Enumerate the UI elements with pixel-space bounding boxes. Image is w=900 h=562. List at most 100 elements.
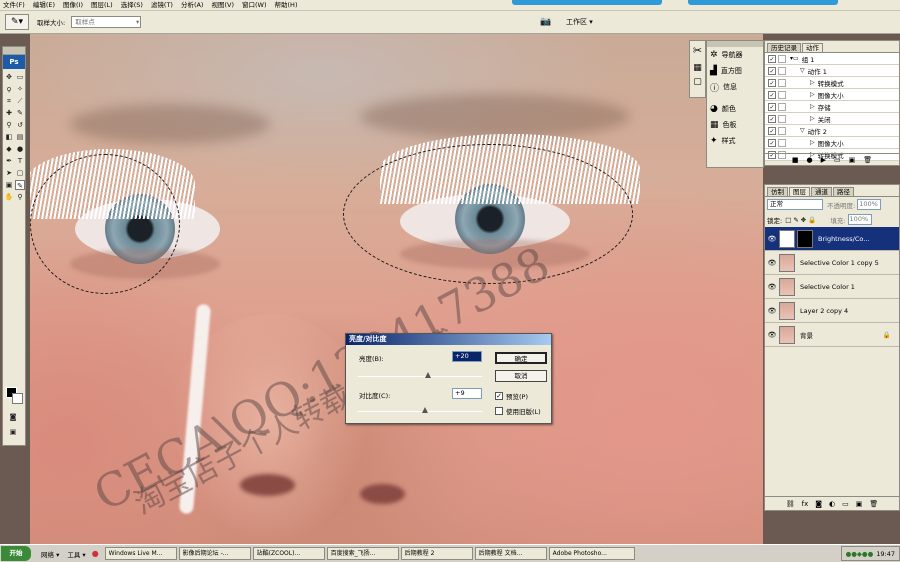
contrast-slider-knob[interactable] <box>422 407 428 413</box>
type-tool-icon[interactable]: T <box>15 156 25 166</box>
quick-tools[interactable]: 工具 ▾ <box>67 549 85 559</box>
fx-icon[interactable]: fx <box>802 500 809 508</box>
taskbar-button[interactable]: 百度搜索_飞扬... <box>326 547 399 560</box>
cancel-button[interactable]: 取消 <box>495 370 547 382</box>
menu-view[interactable]: 视图(V) <box>211 0 234 11</box>
action-row[interactable]: ✓ ▷ 转换模式 <box>765 77 899 89</box>
menu-select[interactable]: 选择(S) <box>121 0 143 11</box>
bridge-button-right[interactable] <box>688 0 838 5</box>
step-triangle-icon[interactable]: ▷ <box>810 91 815 98</box>
hand-tool-icon[interactable]: ✋ <box>4 192 14 202</box>
menu-analysis[interactable]: 分析(A) <box>181 0 204 11</box>
toggle-check[interactable]: ✓ <box>768 54 776 63</box>
crop-tool-icon[interactable]: ⌗ <box>4 96 14 106</box>
play-icon[interactable]: ▶ <box>821 156 826 164</box>
new-set-icon[interactable]: ▭ <box>834 156 841 164</box>
fill-field[interactable]: 100% <box>847 214 872 225</box>
healing-brush-icon[interactable]: ✚ <box>4 108 14 118</box>
tools-icon[interactable]: ✂ <box>690 41 705 61</box>
dock-item-info[interactable]: ⓘ 信息 <box>707 79 763 95</box>
taskbar-button[interactable]: 后期教程 2 <box>400 547 473 560</box>
action-row[interactable]: ✓ ▾▭ 组 1 <box>765 53 899 65</box>
blur-tool-icon[interactable]: ◆ <box>4 144 14 154</box>
expand-triangle-icon[interactable]: ▽ <box>800 67 805 74</box>
marquee-tool-icon[interactable]: ▭ <box>15 72 25 82</box>
dock-item-histogram[interactable]: ▟ 直方图 <box>707 63 763 79</box>
layer-thumbnail[interactable] <box>779 229 795 248</box>
taskbar-button[interactable]: 影像后期论坛 -... <box>178 547 251 560</box>
link-icon[interactable]: ⛓ <box>786 500 795 508</box>
background-color-swatch[interactable] <box>12 393 23 404</box>
clone-stamp-icon[interactable]: ⚲ <box>4 120 14 130</box>
legacy-checkbox-row[interactable]: 使用旧版(L) <box>495 406 541 416</box>
opacity-field[interactable]: 100% <box>857 199 882 210</box>
slice-tool-icon[interactable]: ⟋ <box>15 96 25 106</box>
expand-triangle-icon[interactable]: ▽ <box>800 127 805 134</box>
image-canvas[interactable]: CECA\QQ:123417388 淘宝店子个人转载请联系我 <box>30 34 763 544</box>
action-row[interactable]: ✓ ▷ 图像大小 <box>765 137 899 149</box>
tab-layers[interactable]: 图层 <box>789 187 810 196</box>
tab-paths[interactable]: 路径 <box>833 187 854 196</box>
brightness-slider-knob[interactable] <box>425 372 431 378</box>
sample-size-select[interactable]: 取样点 ▾ <box>71 16 142 28</box>
browser-icon[interactable]: ● <box>92 549 99 558</box>
step-triangle-icon[interactable]: ▷ <box>810 115 815 122</box>
dialog-toggle[interactable] <box>778 102 786 111</box>
dialog-toggle[interactable] <box>778 66 786 75</box>
taskbar-button[interactable]: Windows Live M... <box>104 547 177 560</box>
eye-icon[interactable]: 👁 <box>765 283 779 291</box>
brightness-slider-track[interactable] <box>358 376 482 377</box>
menu-edit[interactable]: 编辑(E) <box>33 0 55 11</box>
trash-icon[interactable]: 🗑 <box>869 500 878 508</box>
new-action-icon[interactable]: ▣ <box>849 156 856 164</box>
dock-item-color[interactable]: ◕ 颜色 <box>707 101 763 117</box>
dialog-title[interactable]: 亮度/对比度 <box>346 334 551 345</box>
quick-network[interactable]: 网络 ▾ <box>41 549 59 559</box>
action-row[interactable]: ✓ ▷ 图像大小 <box>765 89 899 101</box>
eye-icon[interactable]: 👁 <box>765 259 779 267</box>
expand-triangle-icon[interactable]: ▾▭ <box>790 55 799 62</box>
dock-item-navigator[interactable]: ✲ 导航器 <box>707 47 763 63</box>
tab-channels[interactable]: 通道 <box>811 187 832 196</box>
lasso-tool-icon[interactable]: ϙ <box>4 84 14 94</box>
menu-help[interactable]: 帮助(H) <box>275 0 298 11</box>
toggle-check[interactable]: ✓ <box>768 114 776 123</box>
workspace-menu[interactable]: 工作区 ▾ <box>566 17 593 27</box>
dialog-toggle[interactable] <box>778 126 786 135</box>
eraser-tool-icon[interactable]: ◧ <box>4 132 14 142</box>
action-row[interactable]: ✓ ▽ 动作 1 <box>765 65 899 77</box>
layer-row[interactable]: 👁 背景 🔒 <box>765 323 899 347</box>
magic-wand-icon[interactable]: ✧ <box>15 84 25 94</box>
toggle-check[interactable]: ✓ <box>768 78 776 87</box>
toggle-check[interactable]: ✓ <box>768 138 776 147</box>
layer-row[interactable]: 👁 Brightness/Co... <box>765 227 899 251</box>
history-brush-icon[interactable]: ↺ <box>15 120 25 130</box>
eye-icon[interactable]: 👁 <box>765 235 779 243</box>
eyedropper-preset-icon[interactable]: ✎▾ <box>5 14 29 30</box>
contrast-slider-track[interactable] <box>358 411 482 412</box>
step-triangle-icon[interactable]: ▷ <box>810 139 815 146</box>
dialog-toggle[interactable] <box>778 78 786 87</box>
step-triangle-icon[interactable]: ▷ <box>810 103 815 110</box>
toolbox-grip[interactable] <box>3 47 25 55</box>
zoom-tool-icon[interactable]: ⚲ <box>15 192 25 202</box>
menu-layer[interactable]: 图层(L) <box>91 0 113 11</box>
dialog-toggle[interactable] <box>778 114 786 123</box>
tab-history[interactable]: 历史记录 <box>767 43 801 52</box>
dodge-tool-icon[interactable]: ● <box>15 144 25 154</box>
brightness-field[interactable]: +20 <box>452 351 482 362</box>
tab-actions[interactable]: 动作 <box>802 43 823 52</box>
toggle-check[interactable]: ✓ <box>768 126 776 135</box>
step-triangle-icon[interactable]: ▷ <box>810 79 815 86</box>
adjustment-icon[interactable]: ◐ <box>829 500 835 508</box>
gradient-tool-icon[interactable]: ▤ <box>15 132 25 142</box>
quick-mask-icon[interactable]: ◙ <box>8 412 18 422</box>
layer-thumbnail[interactable] <box>779 253 795 272</box>
layer-thumbnail[interactable] <box>779 277 795 296</box>
layer-comp-icon[interactable]: ▢ <box>690 75 705 89</box>
pen-tool-icon[interactable]: ✒ <box>4 156 14 166</box>
dock-item-swatches[interactable]: ▦ 色板 <box>707 117 763 133</box>
legacy-checkbox[interactable] <box>495 407 503 415</box>
contrast-field[interactable]: +9 <box>452 388 482 399</box>
brush-dock-icon[interactable]: ▦ <box>690 61 705 75</box>
